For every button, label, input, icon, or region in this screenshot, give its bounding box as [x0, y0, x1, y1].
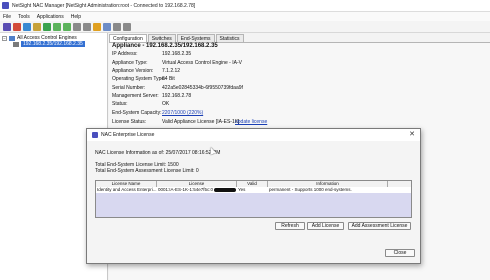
prop-label-capacity: End-System Capacity: — [112, 110, 162, 116]
dialog-title: NAC Enterprise License — [101, 132, 155, 138]
prop-value-ip: 192.168.2.35 — [162, 51, 192, 57]
prop-label-serial: Serial Number: — [112, 85, 146, 91]
appliance-header: Appliance - 192.168.2.35/192.168.2.35 — [112, 43, 218, 49]
prop-label-os: Operating System Type: — [112, 76, 166, 82]
assessment-limit-text: Total End-System Assessment License Limi… — [95, 168, 199, 174]
cell-valid: Yes — [238, 187, 246, 192]
prop-value-os: 64 Bit — [162, 76, 175, 82]
menu-applications[interactable]: Applications — [37, 14, 64, 20]
dialog-title-bar: NAC Enterprise License ✕ — [87, 129, 420, 141]
add-license-button[interactable]: Add License — [307, 222, 344, 230]
prop-value-mgmt-server: 192.168.2.78 — [162, 93, 192, 99]
config-icon[interactable] — [33, 22, 41, 31]
folder-icon — [9, 35, 15, 41]
enforce-icon[interactable] — [43, 22, 51, 31]
menu-file[interactable]: File — [3, 14, 11, 20]
edit-icon[interactable] — [93, 22, 101, 31]
prop-label-license-status: License Status: — [112, 119, 147, 125]
forward-icon[interactable] — [63, 22, 71, 31]
prop-value-type: Virtual Access Control Engine - IA-V — [162, 60, 242, 66]
prop-label-ip: IP Address: — [112, 51, 138, 57]
dialog-app-icon — [92, 132, 98, 138]
back-icon[interactable] — [53, 22, 61, 31]
home-icon[interactable] — [123, 22, 131, 31]
prop-value-status: OK — [162, 101, 170, 107]
table-row[interactable]: Identity and Access Enterpri... 0001:IA-… — [96, 187, 411, 193]
tab-bar: Configuration Switches End-Systems Stati… — [109, 34, 245, 42]
window-title: NetSight NAC Manager [NetSight Administr… — [12, 2, 196, 9]
refresh-button[interactable]: Refresh — [275, 222, 305, 230]
prop-value-serial: 422a5e02845334b-6f9550739fdaa9f — [162, 85, 243, 91]
menu-tools[interactable]: Tools — [18, 14, 30, 20]
prop-label-mgmt-server: Management Server: — [112, 93, 159, 99]
tab-configuration[interactable]: Configuration — [109, 34, 147, 42]
add-assessment-license-button[interactable]: Add Assessment License — [348, 222, 411, 230]
app-logo-icon — [2, 2, 9, 9]
cell-license-key: 0001:IA-ES-1K-1:54e7f5c:0 — [158, 187, 214, 192]
audit-icon[interactable] — [73, 22, 81, 31]
toolbar — [0, 21, 490, 33]
prop-label-version: Appliance Version: — [112, 68, 154, 74]
cell-license: 0001:IA-ES-1K-1:54e7f5c:0 — [157, 187, 237, 193]
redaction-mark — [214, 187, 237, 192]
tree-item-appliance-label: 192.168.2.35/192.168.2.35 — [21, 41, 85, 47]
window-title-bar: NetSight NAC Manager [NetSight Administr… — [0, 0, 490, 12]
prop-label-status: Status: — [112, 101, 128, 107]
app-icon[interactable] — [13, 22, 21, 31]
prop-value-license-status: Valid Appliance License [IA-ES-1K] — [162, 119, 240, 125]
window-icon[interactable] — [113, 22, 121, 31]
prop-value-version: 7.1.2.12 — [162, 68, 181, 74]
cell-license-name: Identity and Access Enterpri... — [97, 187, 157, 192]
capacity-link[interactable]: 2207/1000 (220%) — [162, 110, 203, 116]
refresh-icon[interactable] — [23, 22, 31, 31]
prop-label-type: Appliance Type: — [112, 60, 148, 66]
grid-icon[interactable] — [103, 22, 111, 31]
menu-bar: File Tools Applications Help — [0, 12, 490, 21]
tab-end-systems[interactable]: End-Systems — [176, 34, 215, 42]
server-icon — [13, 41, 19, 47]
license-table: License Name License Valid Information I… — [95, 180, 412, 218]
tab-statistics[interactable]: Statistics — [215, 34, 244, 42]
collapse-icon[interactable]: − — [2, 35, 7, 41]
cell-information: permanent - Supports 1000 end-systems. — [269, 187, 352, 192]
tree-item-appliance[interactable]: 192.168.2.35/192.168.2.35 — [13, 41, 85, 47]
nac-icon[interactable] — [3, 22, 11, 31]
close-icon[interactable]: ✕ — [409, 131, 415, 138]
license-info-text: NAC License Information as of: 25/07/201… — [95, 150, 221, 156]
close-button[interactable]: Close — [385, 249, 415, 257]
doc-icon[interactable] — [83, 22, 91, 31]
menu-help[interactable]: Help — [71, 14, 81, 20]
tab-switches[interactable]: Switches — [147, 34, 176, 42]
update-license-link[interactable]: update license — [235, 119, 267, 125]
